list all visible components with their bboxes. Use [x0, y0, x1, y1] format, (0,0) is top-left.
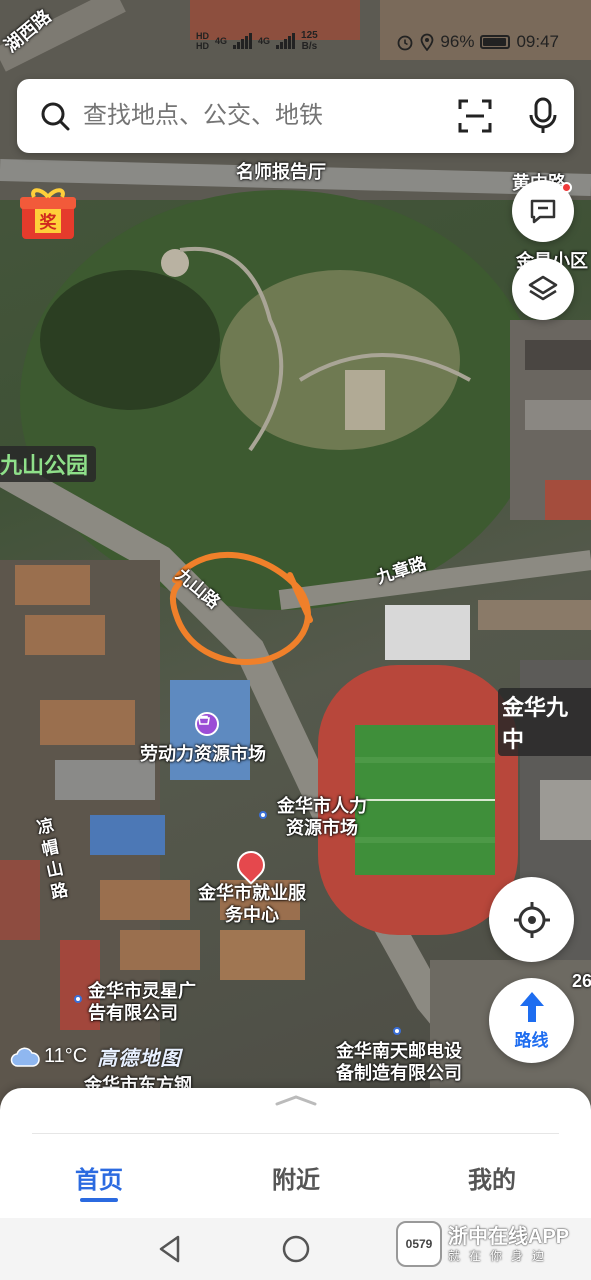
active-tab-indicator	[80, 1198, 118, 1202]
location-status-icon	[421, 33, 434, 51]
poi-dot-telecom[interactable]	[393, 1027, 401, 1035]
network-speed: 125 B/s	[301, 30, 318, 52]
sim1-label: HD	[196, 31, 209, 41]
speed-unit: B/s	[301, 41, 318, 52]
home-circle-icon[interactable]	[281, 1234, 311, 1264]
network-label-2: 4G	[258, 36, 271, 46]
signal-icon-2	[276, 33, 296, 49]
route-arrow-icon	[519, 992, 544, 1022]
watermark: 0579 浙中在线APP 就在你身边	[396, 1218, 591, 1270]
message-icon	[530, 199, 556, 224]
map-brand-logo: 高德地图	[97, 1048, 182, 1070]
poi-ad-company-label[interactable]: 金华市灵星广告有限公司	[88, 980, 212, 1024]
tab-nearby[interactable]: 附近	[251, 1160, 341, 1195]
sim-indicators: HD HD	[196, 31, 209, 51]
route-button[interactable]: 路线	[489, 978, 574, 1063]
microphone-icon[interactable]	[528, 97, 558, 135]
poi-auditorium-label[interactable]: 名师报告厅	[236, 161, 326, 183]
poi-employment-center-label[interactable]: 金华市就业服务中心	[198, 882, 306, 926]
school-label[interactable]: 金华九中	[498, 688, 591, 756]
sim2-label: HD	[196, 41, 209, 51]
scan-icon[interactable]	[458, 99, 492, 133]
battery-percent: 96%	[440, 32, 475, 51]
edge-number-label: 26	[572, 971, 591, 991]
poi-dot-ad-company[interactable]	[74, 995, 82, 1003]
status-left: HD HD 4G 4G 125 B/s	[196, 30, 318, 52]
status-time: 09:47	[516, 32, 559, 51]
search-icon	[41, 102, 70, 131]
watermark-subtitle: 就在你身边	[448, 1249, 554, 1263]
poi-labor-market-label[interactable]: 劳动力资源市场	[140, 743, 266, 765]
locate-button[interactable]	[489, 877, 574, 962]
search-input[interactable]	[83, 102, 458, 130]
tab-mine[interactable]: 我的	[447, 1160, 537, 1195]
message-button[interactable]	[512, 180, 574, 242]
network-label-1: 4G	[215, 36, 228, 46]
divider	[32, 1133, 559, 1134]
notification-dot	[561, 182, 572, 193]
watermark-text: 浙中在线APP 就在你身边	[448, 1225, 569, 1263]
speed-value: 125	[301, 30, 318, 41]
alarm-icon	[398, 35, 413, 51]
poi-dot-hr-market[interactable]	[259, 811, 267, 819]
poi-telecom-label[interactable]: 金华南天邮电设备制造有限公司	[328, 1040, 470, 1084]
drag-handle-icon[interactable]	[274, 1094, 318, 1106]
watermark-logo: 0579	[396, 1221, 442, 1267]
weather-widget[interactable]: 11°C 高德地图	[10, 1042, 181, 1071]
reward-gift-icon[interactable]: 奖	[18, 185, 78, 241]
status-bar: HD HD 4G 4G 125 B/s 96% 09:47	[0, 28, 591, 58]
locate-crosshair-icon	[513, 901, 550, 938]
tab-home[interactable]: 首页	[54, 1160, 144, 1195]
signal-icon-1	[233, 33, 253, 49]
park-label[interactable]: 九山公园	[0, 446, 97, 482]
layers-button[interactable]	[512, 258, 574, 320]
bottom-panel[interactable]: 首页 附近 我的	[0, 1088, 591, 1218]
svg-text:奖: 奖	[40, 212, 58, 233]
back-triangle-icon[interactable]	[156, 1234, 184, 1264]
status-right: 96% 09:47	[396, 32, 559, 52]
watermark-title: 浙中在线APP	[448, 1226, 570, 1248]
route-label: 路线	[514, 1031, 549, 1050]
shopping-poi-icon[interactable]	[195, 712, 219, 736]
search-bar[interactable]	[17, 79, 574, 153]
layers-icon	[528, 275, 558, 301]
temperature: 11°C	[44, 1045, 88, 1067]
poi-hr-market-label[interactable]: 金华市人力资源市场	[272, 795, 372, 839]
battery-icon	[480, 35, 511, 49]
cloud-icon	[10, 1047, 40, 1067]
watermark-logo-text: 0579	[405, 1237, 433, 1251]
